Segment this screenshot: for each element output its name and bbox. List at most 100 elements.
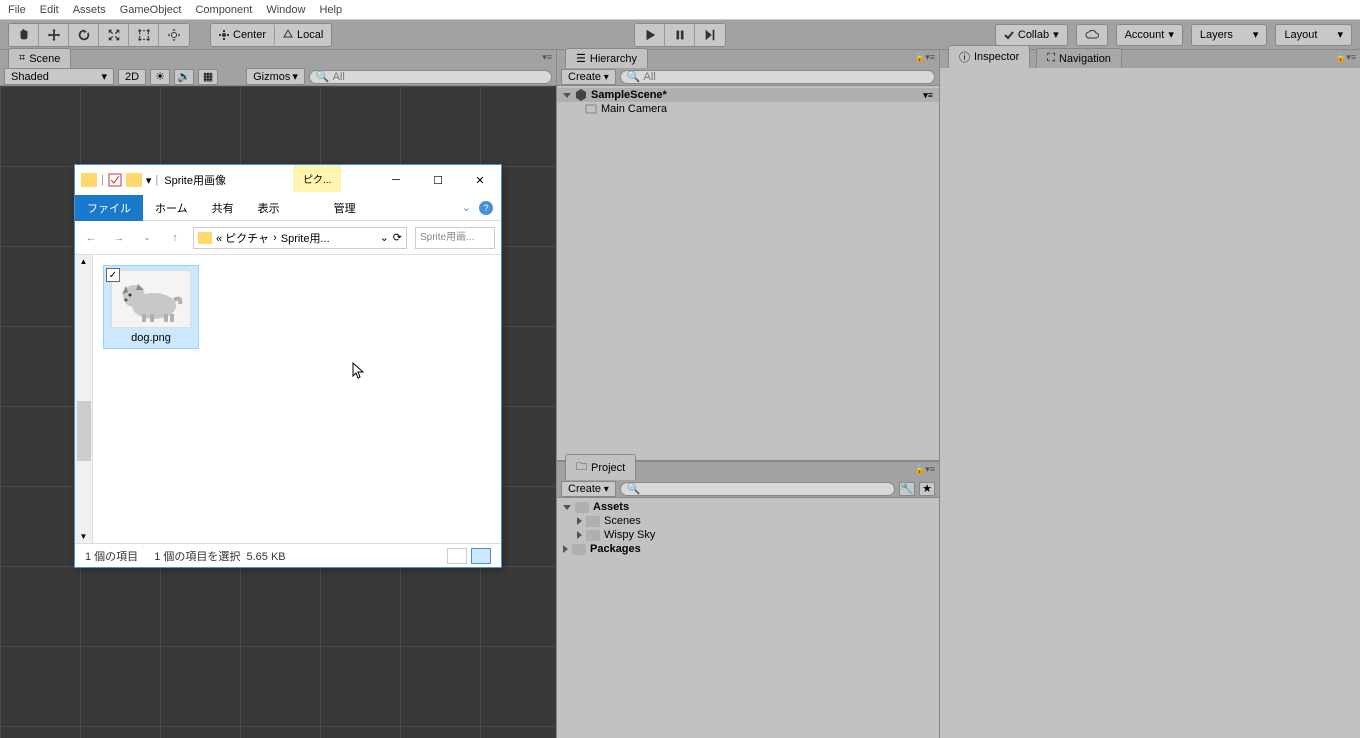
ribbon-file-tab[interactable]: ファイル [75, 195, 143, 221]
address-bar[interactable]: « ピクチャ › Sprite用... ⌄ ⟳ [193, 227, 407, 249]
menu-edit[interactable]: Edit [40, 4, 59, 16]
play-button[interactable] [635, 24, 665, 46]
navigation-tab[interactable]: ⛶ Navigation [1036, 48, 1122, 68]
file-checkbox[interactable]: ✓ [106, 268, 120, 282]
details-view-button[interactable] [447, 548, 467, 564]
nav-up-button[interactable]: ↑ [165, 232, 185, 244]
hierarchy-search[interactable]: 🔍All [620, 70, 935, 84]
scene-search[interactable]: 🔍All [309, 70, 552, 84]
menu-assets[interactable]: Assets [73, 4, 106, 16]
folder-label: Scenes [604, 515, 641, 527]
panel-options[interactable]: 🔒▾≡ [1335, 52, 1356, 63]
layout-label: Layout [1284, 29, 1317, 41]
rotate-tool[interactable] [69, 24, 99, 46]
hierarchy-tab-label: Hierarchy [590, 53, 637, 65]
panel-options[interactable]: 🔒▾≡ [914, 464, 935, 475]
explorer-files[interactable]: ✓ dog.png [93, 255, 501, 543]
project-folder-row[interactable]: Wispy Sky [557, 528, 939, 542]
transform-tools [8, 23, 190, 47]
layout-button[interactable]: Layout▾ [1275, 24, 1352, 46]
close-button[interactable]: ✕ [459, 166, 501, 194]
fx-toggle[interactable]: ▦ [198, 69, 218, 85]
expand-ribbon-icon[interactable]: ⌄ [462, 201, 471, 214]
breadcrumb-part[interactable]: « ピクチャ [216, 230, 269, 246]
project-filter-icon[interactable]: 🔧 [899, 482, 915, 496]
toolbar: Center Local Collab▾ Account▾ Layers▾ La… [0, 20, 1360, 50]
scroll-thumb[interactable] [77, 401, 91, 461]
hierarchy-scene-row[interactable]: SampleScene* ▾≡ [557, 88, 939, 102]
hierarchy-item[interactable]: Main Camera [557, 102, 939, 116]
move-tool[interactable] [39, 24, 69, 46]
step-button[interactable] [695, 24, 725, 46]
project-create-button[interactable]: Create ▾ [561, 481, 616, 497]
project-packages-row[interactable]: Packages [557, 542, 939, 556]
panel-options[interactable]: 🔒▾≡ [914, 52, 935, 63]
ribbon-view-tab[interactable]: 表示 [246, 195, 292, 221]
search-icon: 🔍 [627, 482, 641, 495]
folder-icon [572, 544, 586, 555]
account-label: Account [1125, 29, 1165, 41]
audio-toggle[interactable]: 🔊 [174, 69, 194, 85]
project-folder-row[interactable]: Scenes [557, 514, 939, 528]
explorer-scrollbar[interactable]: ▲ ▼ [75, 255, 93, 543]
project-tabbar: 🗀 Project 🔒▾≡ [557, 462, 939, 480]
hierarchy-tab[interactable]: ☰ Hierarchy [565, 48, 648, 68]
project-favorites-icon[interactable]: ★ [919, 482, 935, 496]
menu-component[interactable]: Component [195, 4, 252, 16]
pivot-center-button[interactable]: Center [211, 24, 275, 46]
panel-options[interactable]: ▾≡ [542, 52, 552, 63]
local-icon [283, 30, 293, 40]
cloud-button[interactable] [1076, 24, 1108, 46]
collab-button[interactable]: Collab▾ [995, 24, 1068, 46]
menu-window[interactable]: Window [266, 4, 305, 16]
scroll-down-icon[interactable]: ▼ [75, 532, 92, 541]
pause-button[interactable] [665, 24, 695, 46]
menu-gameobject[interactable]: GameObject [120, 4, 182, 16]
ribbon-share-tab[interactable]: 共有 [200, 195, 246, 221]
dropdown-arrow-icon[interactable]: ⌄ [380, 231, 389, 244]
explorer-search[interactable]: Sprite用画... [415, 227, 495, 249]
scene-menu-icon[interactable]: ▾≡ [923, 90, 933, 101]
create-label: Create [568, 483, 601, 495]
shading-mode[interactable]: Shaded▾ [4, 68, 114, 85]
refresh-icon[interactable]: ⟳ [393, 231, 402, 244]
breadcrumb-part[interactable]: Sprite用... [281, 230, 330, 246]
scale-tool[interactable] [99, 24, 129, 46]
lighting-toggle[interactable]: ☀ [150, 69, 170, 85]
hand-tool[interactable] [9, 24, 39, 46]
transform-tool[interactable] [159, 24, 189, 46]
file-item[interactable]: ✓ dog.png [103, 265, 199, 349]
pivot-center-label: Center [233, 29, 266, 41]
ribbon-home-tab[interactable]: ホーム [143, 195, 200, 221]
layers-button[interactable]: Layers▾ [1191, 24, 1268, 46]
pivot-local-button[interactable]: Local [275, 24, 331, 46]
project-tab[interactable]: 🗀 Project [565, 454, 636, 480]
folder-icon [81, 173, 97, 187]
scroll-up-icon[interactable]: ▲ [75, 255, 92, 266]
nav-forward-button[interactable]: → [109, 232, 129, 244]
separator: | [155, 174, 158, 186]
rect-tool[interactable] [129, 24, 159, 46]
project-search[interactable]: 🔍 [620, 482, 895, 496]
explorer-titlebar[interactable]: | ▾ | Sprite用画像 ピク... ─ ☐ ✕ [75, 165, 501, 195]
nav-back-button[interactable]: ← [81, 232, 101, 244]
ribbon-manage-tab[interactable]: 管理 [322, 195, 368, 221]
picture-tools-tab[interactable]: ピク... [293, 165, 341, 192]
menu-file[interactable]: File [8, 4, 26, 16]
scene-tab[interactable]: ⌗ Scene [8, 48, 71, 68]
search-placeholder: All [644, 71, 656, 83]
menu-help[interactable]: Help [319, 4, 342, 16]
hierarchy-subbar: Create ▾ 🔍All [557, 68, 939, 86]
inspector-tab[interactable]: ⓘ Inspector [948, 45, 1030, 68]
minimize-button[interactable]: ─ [375, 166, 417, 194]
thumbnails-view-button[interactable] [471, 548, 491, 564]
2d-toggle[interactable]: 2D [118, 69, 146, 85]
project-assets-row[interactable]: Assets [557, 500, 939, 514]
help-icon[interactable]: ? [479, 201, 493, 215]
maximize-button[interactable]: ☐ [417, 166, 459, 194]
hierarchy-create-button[interactable]: Create ▾ [561, 69, 616, 85]
gizmos-dropdown[interactable]: Gizmos▾ [246, 68, 305, 85]
nav-recent-button[interactable]: ⌄ [137, 232, 157, 243]
folder-icon [586, 530, 600, 541]
account-button[interactable]: Account▾ [1116, 24, 1183, 46]
